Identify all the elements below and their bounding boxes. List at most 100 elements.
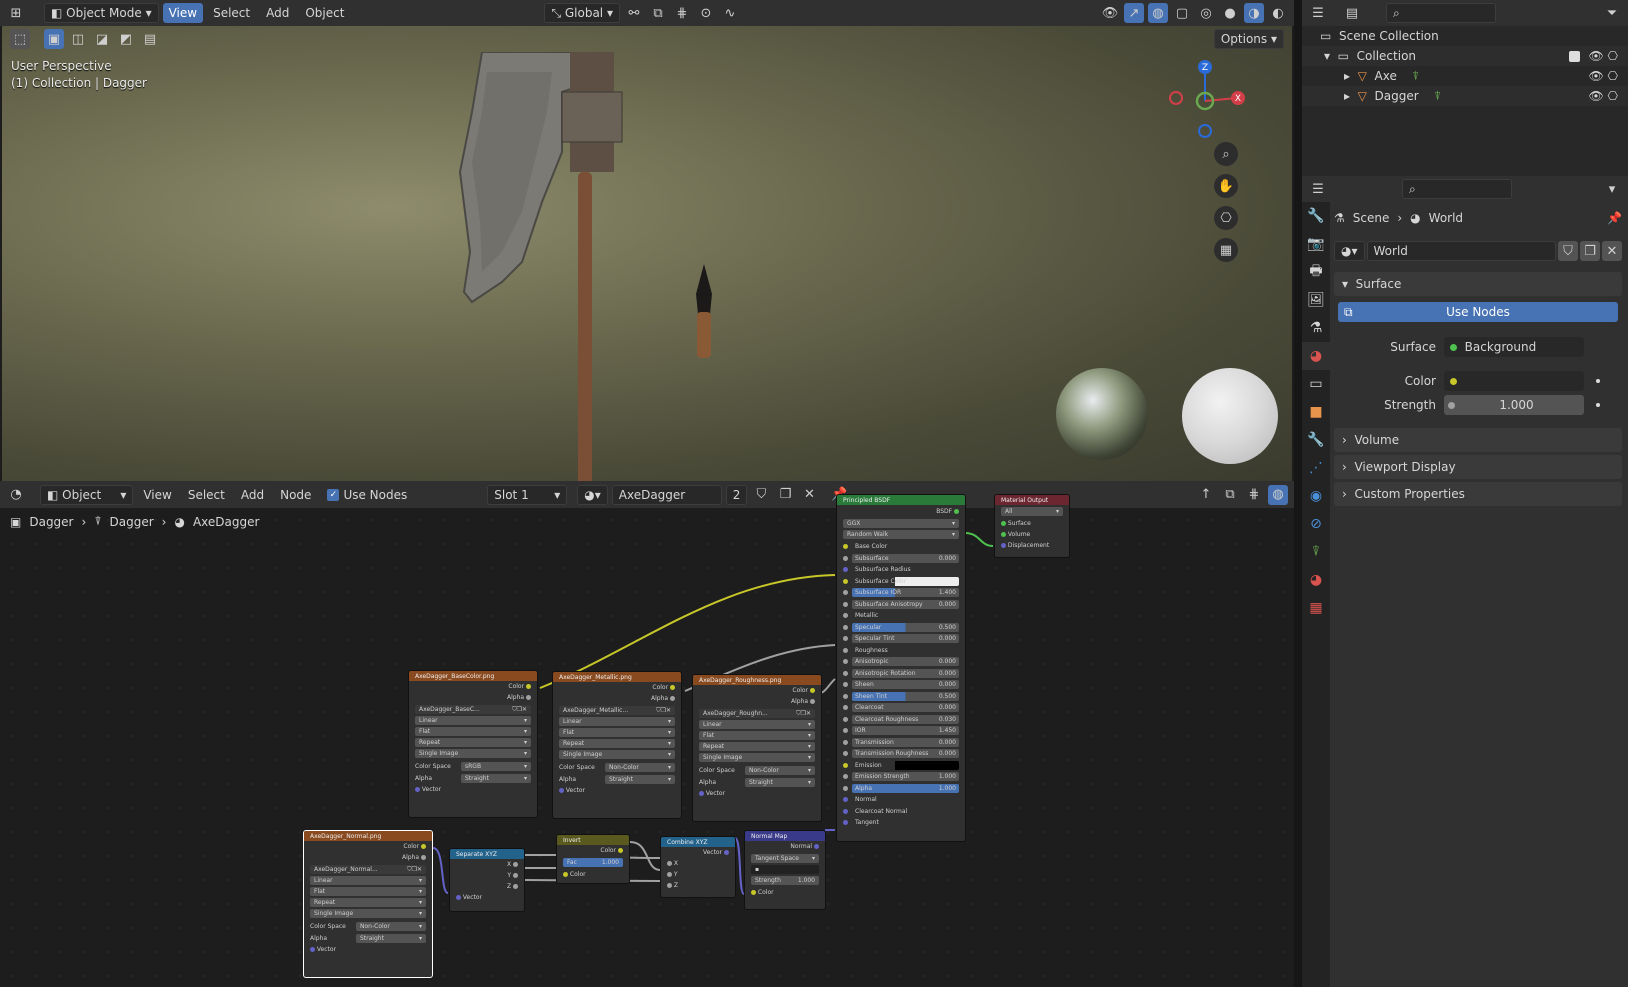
keyframe-dot[interactable] — [1596, 403, 1600, 407]
input-socket[interactable] — [843, 636, 848, 642]
colorspace-dropdown[interactable]: sRGB ▾ — [461, 761, 531, 771]
normal-color-socket[interactable] — [751, 890, 756, 895]
color-out-socket[interactable] — [810, 688, 815, 693]
bsdf-input-row[interactable]: Metallic — [837, 610, 965, 622]
image-actions-icon[interactable]: ⛉❐✕ — [407, 866, 422, 874]
basecolor-image-node[interactable]: AxeDagger_BaseColor.png Color Alpha AxeDa… — [408, 670, 538, 818]
output-target-dropdown[interactable]: All ▾ — [1001, 507, 1063, 516]
projection-dropdown[interactable]: Flat ▾ — [415, 727, 531, 736]
checkbox-icon[interactable] — [1569, 50, 1581, 62]
duplicate-icon[interactable]: ❐ — [1580, 241, 1600, 261]
object-tab-icon[interactable]: ■ — [1302, 398, 1330, 426]
bsdf-output-socket[interactable] — [954, 508, 959, 514]
3d-viewport[interactable]: ⬚ ▣ ◫ ◪ ◩ ▤ Options ▾ User Perspective (… — [2, 26, 1292, 481]
falloff-icon[interactable]: ∿ — [720, 3, 740, 23]
distribution-dropdown[interactable]: GGX ▾ — [843, 519, 959, 528]
orientation-dropdown[interactable]: ⤡ Global ▾ — [544, 3, 620, 23]
visibility-icon[interactable]: 👁 — [1100, 3, 1120, 23]
node-menu-select[interactable]: Select — [182, 485, 231, 505]
interpolation-dropdown[interactable]: Linear ▾ — [415, 716, 531, 725]
scene-tab-icon[interactable]: ⚗ — [1302, 314, 1330, 342]
select-intersect-icon[interactable]: ▤ — [140, 29, 160, 49]
node-menu-add[interactable]: Add — [235, 485, 270, 505]
ortho-grid-icon[interactable]: ▦ — [1214, 238, 1238, 262]
combine-xyz-node[interactable]: Combine XYZ Vector X Y Z — [660, 836, 736, 898]
bsdf-input-row[interactable]: Tangent — [837, 817, 965, 829]
input-socket[interactable] — [843, 544, 848, 550]
eye-icon[interactable]: 👁 — [1588, 89, 1603, 103]
input-socket[interactable] — [843, 716, 848, 722]
render-camera-icon[interactable]: ⎔ — [1608, 49, 1618, 63]
bsdf-input-row[interactable]: Base Color — [837, 541, 965, 553]
input-socket[interactable] — [843, 555, 848, 561]
interpolation-dropdown[interactable]: Linear ▾ — [559, 717, 675, 726]
colorspace-dropdown[interactable]: Non-Color ▾ — [605, 762, 675, 772]
select-extend-icon[interactable]: ◫ — [68, 29, 88, 49]
source-dropdown[interactable]: Single Image ▾ — [559, 750, 675, 759]
interpolation-dropdown[interactable]: Linear ▾ — [310, 876, 426, 885]
alpha-out-socket[interactable] — [526, 695, 531, 700]
surface-panel-header[interactable]: ▾ Surface — [1334, 272, 1622, 296]
input-socket[interactable] — [843, 578, 848, 584]
alpha-out-socket[interactable] — [421, 855, 426, 860]
color-out-socket[interactable] — [670, 685, 675, 690]
normal-strength-slider[interactable]: Strength 1.000 — [751, 876, 819, 885]
select-subtract-icon[interactable]: ◪ — [92, 29, 112, 49]
bsdf-input-row[interactable]: Specular Tint 0.000 — [837, 633, 965, 645]
unlink-icon[interactable]: ✕ — [799, 485, 819, 505]
proportional-icon[interactable]: ⊙ — [696, 3, 716, 23]
bsdf-input-row[interactable]: Emission Strength 1.000 — [837, 771, 965, 783]
metallic-image-node[interactable]: AxeDagger_Metallic.png Color Alpha AxeDag… — [552, 671, 682, 819]
physics-tab-icon[interactable]: ◉ — [1302, 482, 1330, 510]
fake-user-icon[interactable]: ⛉ — [1558, 241, 1578, 261]
xray-icon[interactable]: ▢ — [1172, 3, 1192, 23]
extension-dropdown[interactable]: Repeat ▾ — [559, 739, 675, 748]
use-nodes-button[interactable]: ⧉ Use Nodes — [1338, 302, 1618, 322]
camera-icon[interactable]: ⎔ — [1214, 206, 1238, 230]
node-overlay-icon[interactable]: ◍ — [1268, 484, 1288, 505]
alpha-mode-dropdown[interactable]: Straight ▾ — [745, 777, 815, 787]
separate-xyz-node[interactable]: Separate XYZ X Y Z Vector — [449, 848, 525, 912]
bsdf-input-row[interactable]: Normal — [837, 794, 965, 806]
color-field[interactable] — [1444, 371, 1584, 391]
properties-search[interactable]: ⌕ — [1402, 179, 1512, 199]
outliner-search[interactable]: ⌕ — [1386, 3, 1496, 23]
pin-icon[interactable]: 📌 — [1607, 211, 1622, 225]
pivot-icon[interactable]: ⚯ — [624, 3, 644, 23]
displacement-socket[interactable] — [1001, 543, 1006, 548]
outliner-collection[interactable]: ▾ ▭ Collection 👁 ⎔ — [1302, 46, 1628, 66]
image-selector[interactable]: AxeDagger_Metallic... ⛉❐✕ — [559, 706, 675, 715]
display-mode-icon[interactable]: ▤ — [1342, 3, 1362, 23]
input-socket[interactable] — [843, 624, 848, 630]
output-tab-icon[interactable]: 🖶 — [1302, 258, 1330, 286]
surface-socket[interactable] — [1001, 521, 1006, 526]
x-in-socket[interactable] — [667, 861, 672, 866]
vector-in-socket[interactable] — [699, 791, 704, 796]
input-socket[interactable] — [843, 728, 848, 734]
snap-target-icon[interactable]: ⋕ — [672, 3, 692, 23]
z-in-socket[interactable] — [667, 883, 672, 888]
normal-map-node[interactable]: Normal Map Normal Tangent Space ▾ ▪ Stren… — [744, 830, 826, 910]
input-socket[interactable] — [843, 693, 848, 699]
input-socket[interactable] — [843, 762, 848, 768]
bsdf-input-row[interactable]: IOR 1.450 — [837, 725, 965, 737]
node-menu-node[interactable]: Node — [274, 485, 317, 505]
expand-arrow-icon[interactable]: ▸ — [1344, 89, 1350, 103]
input-socket[interactable] — [843, 820, 848, 826]
dagger-model[interactable] — [692, 264, 716, 360]
input-socket[interactable] — [843, 785, 848, 791]
bsdf-input-row[interactable]: Sheen 0.000 — [837, 679, 965, 691]
vector-in-socket[interactable] — [559, 788, 564, 793]
strength-field[interactable]: 1.000 — [1444, 395, 1584, 415]
bsdf-input-row[interactable]: Subsurface Radius — [837, 564, 965, 576]
input-socket[interactable] — [843, 705, 848, 711]
material-name-field[interactable]: AxeDagger — [611, 484, 722, 505]
menu-select[interactable]: Select — [207, 3, 256, 23]
unlink-icon[interactable]: ✕ — [1602, 241, 1622, 261]
tool-tab-icon[interactable]: 🔧 — [1302, 202, 1330, 230]
volume-socket[interactable] — [1001, 532, 1006, 537]
shading-rendered-icon[interactable]: ◐ — [1268, 3, 1288, 23]
world-tab-icon[interactable]: ◕ — [1302, 342, 1330, 370]
node-editor-type-icon[interactable]: ◔ — [6, 485, 26, 505]
use-nodes-checkbox[interactable]: ✓ Use Nodes — [321, 485, 413, 505]
